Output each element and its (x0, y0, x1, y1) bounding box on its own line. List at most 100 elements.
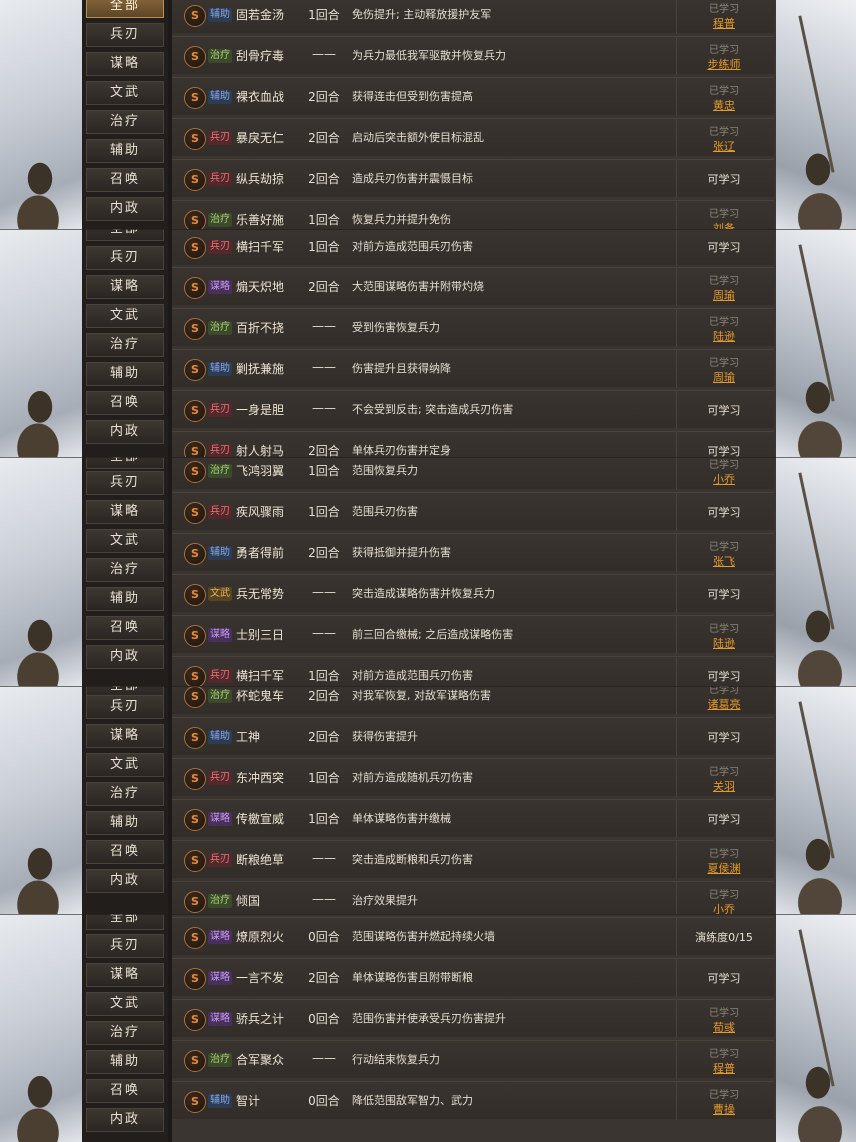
filter-sidebar: 全部兵刃谋略文武治疗辅助召唤内政 (82, 229, 168, 457)
skill-row[interactable]: S 兵刃 疾风骤雨 1回合 范围兵刃伤害 可学习 (172, 492, 774, 531)
grade-s-icon: S (184, 502, 206, 524)
skill-row[interactable]: S 兵刃 暴戾无仁 2回合 启动后突击额外使目标混乱 已学习 张辽 (172, 118, 774, 157)
learned-by-link[interactable]: 程普 (677, 1060, 771, 1076)
filter-button[interactable]: 谋略 (86, 52, 164, 76)
filter-button[interactable]: 谋略 (86, 963, 164, 987)
skill-row[interactable]: S 治疗 刮骨疗毒 —— 为兵力最低我军驱散并恢复兵力 已学习 步练师 (172, 36, 774, 75)
filter-button[interactable]: 治疗 (86, 110, 164, 134)
filter-button[interactable]: 辅助 (86, 139, 164, 163)
learned-by-link[interactable]: 陆逊 (677, 328, 771, 344)
skill-row[interactable]: S 治疗 飞鸿羽翼 1回合 范围恢复兵力 已学习 小乔 (172, 457, 774, 490)
filter-button[interactable]: 内政 (86, 1108, 164, 1132)
skill-row[interactable]: S 兵刃 断粮绝草 —— 突击造成断粮和兵刃伤害 已学习 夏侯渊 (172, 840, 774, 879)
skill-description: 大范围谋略伤害并附带灼烧 (352, 280, 484, 293)
filter-button[interactable]: 全部 (86, 457, 164, 469)
learned-by-link[interactable]: 荀彧 (677, 1019, 771, 1035)
filter-button[interactable]: 文武 (86, 529, 164, 553)
filter-button[interactable]: 全部 (86, 229, 164, 241)
filter-button[interactable]: 谋略 (86, 724, 164, 748)
skill-row[interactable]: S 治疗 倾国 —— 治疗效果提升 已学习 小乔 (172, 881, 774, 914)
filter-button[interactable]: 治疗 (86, 558, 164, 582)
skill-row[interactable]: S 谋略 一言不发 2回合 单体谋略伤害且附带断粮 可学习 (172, 958, 774, 997)
skill-row[interactable]: S 治疗 乐善好施 1回合 恢复兵力并提升免伤 已学习 刘备 (172, 200, 774, 229)
skill-row[interactable]: S 兵刃 纵兵劫掠 2回合 造成兵刃伤害并震慑目标 可学习 (172, 159, 774, 198)
filter-button[interactable]: 内政 (86, 420, 164, 444)
skill-row[interactable]: S 谋略 燎原烈火 0回合 范围谋略伤害并燃起持续火墙 演练度0/15 (172, 917, 774, 956)
learned-by-link[interactable]: 曹操 (677, 1101, 771, 1117)
skill-row[interactable]: S 辅助 智计 0回合 降低范围敌军智力、武力 已学习 曹操 (172, 1081, 774, 1120)
skill-row[interactable]: S 辅助 裸衣血战 2回合 获得连击但受到伤害提高 已学习 黄忠 (172, 77, 774, 116)
learned-by-link[interactable]: 小乔 (677, 901, 771, 914)
learned-by-link[interactable]: 步练师 (677, 56, 771, 72)
filter-button[interactable]: 治疗 (86, 1021, 164, 1045)
filter-button[interactable]: 治疗 (86, 333, 164, 357)
skill-row[interactable]: S 文武 兵无常势 —— 突击造成谋略伤害并恢复兵力 可学习 (172, 574, 774, 613)
filter-sidebar: 全部兵刃谋略文武治疗辅助召唤内政 (82, 686, 168, 914)
filter-button[interactable]: 兵刃 (86, 23, 164, 47)
filter-button[interactable]: 兵刃 (86, 246, 164, 270)
filter-button[interactable]: 召唤 (86, 1079, 164, 1103)
learned-by-link[interactable]: 刘备 (677, 220, 771, 229)
skill-row[interactable]: S 兵刃 一身是胆 —— 不会受到反击; 突击造成兵刃伤害 可学习 (172, 390, 774, 429)
screenshot-divider (0, 914, 856, 915)
filter-button[interactable]: 文武 (86, 753, 164, 777)
skill-row[interactable]: S 辅助 勇者得前 2回合 获得抵御并提升伤害 已学习 张飞 (172, 533, 774, 572)
grade-s-icon: S (184, 400, 206, 422)
skill-row[interactable]: S 兵刃 横扫千军 1回合 对前方造成范围兵刃伤害 可学习 (172, 229, 774, 266)
skill-row[interactable]: S 谋略 士别三日 —— 前三回合缴械; 之后造成谋略伤害 已学习 陆逊 (172, 615, 774, 654)
skill-type-tag: 治疗 (208, 321, 232, 335)
skill-row[interactable]: S 治疗 百折不挠 —— 受到伤害恢复兵力 已学习 陆逊 (172, 308, 774, 347)
skill-row[interactable]: S 兵刃 东冲西突 1回合 对前方造成随机兵刃伤害 已学习 关羽 (172, 758, 774, 797)
learned-by-link[interactable]: 小乔 (677, 471, 771, 487)
skill-name: 裸衣血战 (236, 90, 285, 104)
learned-by-link[interactable]: 周瑜 (677, 369, 771, 385)
skill-row[interactable]: S 谋略 骄兵之计 0回合 范围伤害并使承受兵刃伤害提升 已学习 荀彧 (172, 999, 774, 1038)
skill-name: 纵兵劫掠 (236, 172, 285, 186)
filter-button[interactable]: 兵刃 (86, 934, 164, 958)
skill-name: 横扫千军 (236, 240, 285, 254)
skill-row[interactable]: S 兵刃 射人射马 2回合 单体兵刃伤害并定身 可学习 (172, 431, 774, 457)
filter-button[interactable]: 辅助 (86, 1050, 164, 1074)
filter-button[interactable]: 召唤 (86, 616, 164, 640)
filter-button[interactable]: 全部 (86, 914, 164, 930)
filter-button[interactable]: 谋略 (86, 275, 164, 299)
learned-by-link[interactable]: 周瑜 (677, 287, 771, 303)
filter-button[interactable]: 文武 (86, 81, 164, 105)
filter-button[interactable]: 文武 (86, 992, 164, 1016)
skill-description: 获得伤害提升 (352, 730, 418, 743)
learned-by-link[interactable]: 张辽 (677, 138, 771, 154)
filter-button[interactable]: 全部 (86, 0, 164, 18)
skill-type-tag: 治疗 (208, 49, 232, 63)
skill-row[interactable]: S 治疗 合军聚众 —— 行动结束恢复兵力 已学习 程普 (172, 1040, 774, 1079)
learned-by-link[interactable]: 黄忠 (677, 97, 771, 113)
filter-button[interactable]: 内政 (86, 645, 164, 669)
filter-button[interactable]: 辅助 (86, 587, 164, 611)
learned-by-link[interactable]: 诸葛亮 (677, 696, 771, 712)
skill-row[interactable]: S 辅助 固若金汤 1回合 免伤提升; 主动释放援护友军 已学习 程普 (172, 0, 774, 34)
filter-button[interactable]: 辅助 (86, 811, 164, 835)
learned-by-link[interactable]: 张飞 (677, 553, 771, 569)
skill-row[interactable]: S 谋略 传檄宣威 1回合 单体谋略伤害并缴械 可学习 (172, 799, 774, 838)
learned-by-link[interactable]: 程普 (677, 15, 771, 31)
filter-button[interactable]: 治疗 (86, 782, 164, 806)
filter-button[interactable]: 兵刃 (86, 695, 164, 719)
learned-by-link[interactable]: 关羽 (677, 778, 771, 794)
filter-button[interactable]: 召唤 (86, 391, 164, 415)
filter-button[interactable]: 谋略 (86, 500, 164, 524)
skill-row[interactable]: S 治疗 杯蛇鬼车 2回合 对我军恢复, 对敌军谋略伤害 已学习 诸葛亮 (172, 686, 774, 715)
filter-button[interactable]: 内政 (86, 197, 164, 221)
filter-button[interactable]: 兵刃 (86, 471, 164, 495)
skill-row[interactable]: S 辅助 剿抚兼施 —— 伤害提升且获得纳降 已学习 周瑜 (172, 349, 774, 388)
filter-button[interactable]: 文武 (86, 304, 164, 328)
learned-by-link[interactable]: 夏侯渊 (677, 860, 771, 876)
filter-button[interactable]: 内政 (86, 869, 164, 893)
skill-row[interactable]: S 辅助 工神 2回合 获得伤害提升 可学习 (172, 717, 774, 756)
filter-button[interactable]: 召唤 (86, 840, 164, 864)
filter-button[interactable]: 召唤 (86, 168, 164, 192)
filter-button[interactable]: 辅助 (86, 362, 164, 386)
skill-row[interactable]: S 谋略 煽天炽地 2回合 大范围谋略伤害并附带灼烧 已学习 周瑜 (172, 267, 774, 306)
skill-name: 传檄宣威 (236, 812, 285, 826)
skill-row[interactable]: S 兵刃 横扫千军 1回合 对前方造成范围兵刃伤害 可学习 (172, 656, 774, 686)
learned-by-link[interactable]: 陆逊 (677, 635, 771, 651)
skill-description: 范围兵刃伤害 (352, 505, 418, 518)
